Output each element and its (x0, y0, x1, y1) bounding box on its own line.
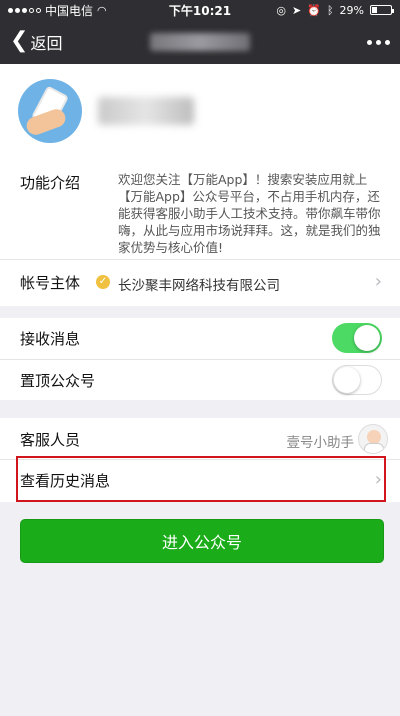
subject-value: 长沙聚丰网络科技有限公司 (118, 278, 280, 294)
top-bar: 中国电信 ◠ 下午10:21 ◎ ➤ ⏰ ᛒ 29% ❮ 返回 (0, 0, 400, 64)
more-dot-icon (367, 39, 372, 45)
account-avatar[interactable] (18, 79, 82, 143)
back-label: 返回 (30, 34, 63, 53)
intro-row: 功能介绍 欢迎您关注【万能App】！搜索安装应用就上【万能App】公众号平台，不… (0, 158, 400, 260)
service-value: 壹号小助手 (286, 435, 355, 451)
status-bar: 中国电信 ◠ 下午10:21 ◎ ➤ ⏰ ᛒ 29% (0, 0, 400, 20)
pin-account-row: 置顶公众号 (0, 359, 400, 400)
more-dot-icon (385, 39, 390, 45)
more-button[interactable] (367, 39, 390, 45)
toggle-label: 接收消息 (20, 330, 81, 348)
status-time: 下午10:21 (168, 3, 232, 18)
toggle-label: 置顶公众号 (20, 372, 96, 390)
pin-account-toggle[interactable] (332, 365, 382, 395)
enter-account-button[interactable]: 进入公众号 (20, 519, 384, 563)
receive-messages-row: 接收消息 (0, 318, 400, 359)
toggle-knob (334, 367, 360, 393)
customer-service-row[interactable]: 客服人员 壹号小助手 (0, 418, 400, 460)
intro-text: 欢迎您关注【万能App】！搜索安装应用就上【万能App】公众号平台，不占用手机内… (118, 172, 381, 255)
verified-icon: ✓ (96, 275, 110, 289)
service-label: 客服人员 (20, 431, 81, 449)
service-agent-avatar (358, 424, 388, 454)
battery-icon (370, 5, 394, 15)
nav-bar: ❮ 返回 (0, 20, 400, 64)
subject-label: 帐号主体 (20, 274, 81, 292)
profile-header (0, 64, 400, 158)
chevron-left-icon: ❮ (10, 28, 29, 53)
subject-row[interactable]: 帐号主体 ✓ 长沙聚丰网络科技有限公司 › (0, 260, 400, 306)
more-dot-icon (376, 39, 381, 45)
highlight-box (16, 456, 386, 502)
info-section: 功能介绍 欢迎您关注【万能App】！搜索安装应用就上【万能App】公众号平台，不… (0, 158, 400, 306)
page-title-blurred (150, 33, 250, 51)
toggle-knob (354, 325, 380, 351)
settings-section: 接收消息 置顶公众号 (0, 318, 400, 400)
receive-messages-toggle[interactable] (332, 323, 382, 353)
hand-icon (24, 106, 68, 138)
back-button[interactable]: ❮ 返回 (10, 30, 62, 54)
chevron-right-icon: › (374, 271, 382, 292)
account-name-blurred (98, 97, 194, 125)
intro-label: 功能介绍 (20, 174, 81, 192)
